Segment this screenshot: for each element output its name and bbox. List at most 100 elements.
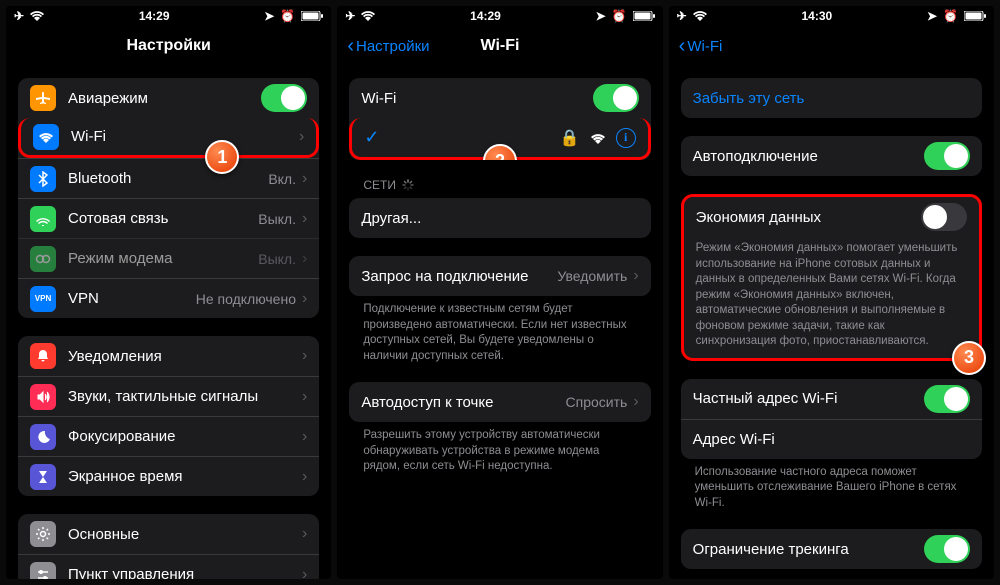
status-time: 14:29 (139, 9, 170, 23)
limit-tracking-toggle[interactable] (924, 535, 970, 563)
row-label: Ограничение трекинга (693, 541, 924, 558)
row-limit-tracking[interactable]: Ограничение трекинга (681, 529, 982, 569)
forget-label: Забыть эту сеть (693, 90, 970, 107)
row-label: Автодоступ к точке (361, 394, 565, 411)
chevron-icon: › (299, 128, 304, 146)
location-icon: ➤ (927, 9, 937, 23)
row-vpn[interactable]: VPN VPN Не подключено › (18, 278, 319, 318)
chevron-icon: › (302, 566, 307, 580)
row-hotspot[interactable]: Режим модема Выкл. › (18, 238, 319, 278)
wifi-icon (33, 124, 59, 150)
chevron-icon: › (302, 210, 307, 228)
chevron-icon: › (302, 170, 307, 188)
gear-icon (30, 521, 56, 547)
private-addr-toggle[interactable] (924, 385, 970, 413)
row-low-data-mode[interactable]: Экономия данных (684, 197, 979, 237)
back-label: Настройки (356, 38, 430, 55)
chevron-left-icon: ‹ (679, 35, 686, 58)
row-value: Уведомить (557, 268, 627, 284)
row-other-network[interactable]: Другая... (349, 198, 650, 238)
row-value: Выкл. (258, 211, 296, 227)
row-sounds[interactable]: Звуки, тактильные сигналы › (18, 376, 319, 416)
row-notifications[interactable]: Уведомления › (18, 336, 319, 376)
chevron-icon: › (302, 290, 307, 308)
row-wifi-address[interactable]: Адрес Wi-Fi (681, 419, 982, 459)
chevron-left-icon: ‹ (347, 35, 354, 58)
row-wifi[interactable]: Wi-Fi › (18, 118, 319, 158)
row-general[interactable]: Основные › (18, 514, 319, 554)
network-details[interactable]: Забыть эту сеть Автоподключение Экономия… (669, 66, 994, 579)
sliders-icon (30, 562, 56, 580)
low-data-toggle[interactable] (921, 203, 967, 231)
spinner-icon (402, 179, 414, 191)
alarm-icon: ⏰ (280, 9, 295, 23)
row-auto-hotspot[interactable]: Автодоступ к точке Спросить › (349, 382, 650, 422)
bell-icon (30, 343, 56, 369)
row-label: Пункт управления (68, 566, 302, 579)
chevron-icon: › (302, 388, 307, 406)
location-icon: ➤ (264, 9, 274, 23)
lock-icon: 🔒 (560, 128, 580, 148)
phone-screen-1: ✈ 14:29 ➤ ⏰ Настройки Авиарежим Wi-Fi › (6, 6, 331, 579)
wifi-signal-icon (590, 132, 606, 144)
row-airplane[interactable]: Авиарежим (18, 78, 319, 118)
wifi-settings[interactable]: Wi-Fi ✓ 🔒 i 2 СЕТИ Другая... (337, 66, 662, 579)
cellular-icon (30, 206, 56, 232)
row-label: Основные (68, 526, 302, 543)
back-button[interactable]: ‹ Wi-Fi (679, 35, 723, 58)
back-button[interactable]: ‹ Настройки (347, 35, 429, 58)
vpn-icon: VPN (30, 286, 56, 312)
footer-ask-join: Подключение к известным сетям будет прои… (363, 302, 636, 364)
row-focus[interactable]: Фокусирование › (18, 416, 319, 456)
hotspot-icon (30, 246, 56, 272)
airplane-toggle[interactable] (261, 84, 307, 112)
nav-bar: Настройки (6, 26, 331, 66)
row-bluetooth[interactable]: Bluetooth Вкл. › (18, 158, 319, 198)
wifi-toggle[interactable] (593, 84, 639, 112)
footer-private-addr: Использование частного адреса поможет ум… (695, 465, 968, 512)
footer-low-data: Режим «Экономия данных» помогает уменьши… (696, 241, 967, 350)
row-wifi-toggle[interactable]: Wi-Fi (349, 78, 650, 118)
airplane-status-icon: ✈ (677, 9, 687, 23)
row-label: Другая... (361, 210, 638, 227)
row-auto-join[interactable]: Автоподключение (681, 136, 982, 176)
chevron-icon: › (302, 428, 307, 446)
airplane-status-icon: ✈ (14, 9, 24, 23)
row-label: Авиарежим (68, 90, 261, 107)
step-badge-3: 3 (952, 341, 986, 375)
footer-auto-hotspot: Разрешить этому устройству автоматически… (363, 428, 636, 475)
row-screentime[interactable]: Экранное время › (18, 456, 319, 496)
row-forget-network[interactable]: Забыть эту сеть (681, 78, 982, 118)
phone-screen-3: ✈ 14:30 ➤ ⏰ ‹ Wi-Fi Забыть эту сеть Авто… (669, 6, 994, 579)
moon-icon (30, 424, 56, 450)
chevron-icon: › (302, 250, 307, 268)
nav-bar: ‹ Настройки Wi-Fi (337, 26, 662, 66)
row-label: Автоподключение (693, 148, 924, 165)
row-control-center[interactable]: Пункт управления › (18, 554, 319, 579)
status-bar: ✈ 14:30 ➤ ⏰ (669, 6, 994, 26)
battery-icon (964, 11, 986, 21)
alarm-icon: ⏰ (612, 9, 627, 23)
page-title: Настройки (6, 37, 331, 55)
row-private-address[interactable]: Частный адрес Wi-Fi (681, 379, 982, 419)
row-value: Не подключено (196, 291, 296, 307)
speaker-icon (30, 384, 56, 410)
row-ask-to-join[interactable]: Запрос на подключение Уведомить › (349, 256, 650, 296)
row-cellular[interactable]: Сотовая связь Выкл. › (18, 198, 319, 238)
row-label: Wi-Fi (361, 90, 592, 107)
row-label: Режим модема (68, 250, 258, 267)
info-icon[interactable]: i (616, 128, 636, 148)
checkmark-icon: ✓ (364, 127, 379, 148)
row-label: Фокусирование (68, 428, 302, 445)
status-time: 14:29 (470, 9, 501, 23)
hourglass-icon (30, 464, 56, 490)
chevron-icon: › (302, 525, 307, 543)
auto-join-toggle[interactable] (924, 142, 970, 170)
row-label: Адрес Wi-Fi (693, 431, 970, 448)
row-label: Частный адрес Wi-Fi (693, 390, 924, 407)
battery-icon (301, 11, 323, 21)
wifi-status-icon (693, 11, 707, 21)
row-value: Выкл. (258, 251, 296, 267)
wifi-status-icon (30, 11, 44, 21)
settings-list[interactable]: Авиарежим Wi-Fi › 1 Bluetooth Вкл. › Сот… (6, 66, 331, 579)
